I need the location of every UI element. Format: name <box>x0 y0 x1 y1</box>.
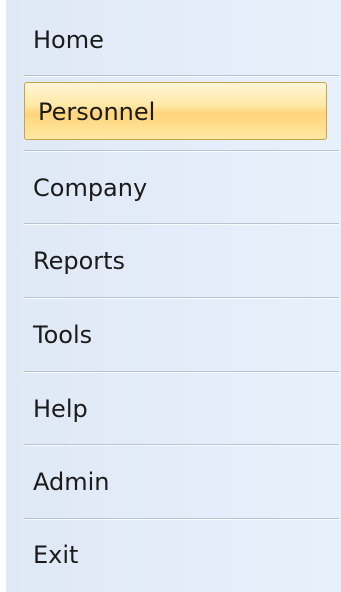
menu-item-personnel[interactable]: Personnel <box>6 0 341 140</box>
menu-item-admin[interactable]: Admin <box>6 446 341 519</box>
menu-item-label: Company <box>33 174 148 202</box>
menu-item-reports[interactable]: Reports <box>6 225 341 298</box>
menu-item-label: Tools <box>33 321 93 349</box>
navigation-menu: Home Personnel Company Reports Tools Hel… <box>6 0 341 592</box>
menu-item-label: Exit <box>33 541 79 569</box>
menu-item-company[interactable]: Company <box>6 152 341 225</box>
menu-item-label: Personnel <box>38 98 156 126</box>
menu-item-tools[interactable]: Tools <box>6 299 341 372</box>
menu-item-exit[interactable]: Exit <box>6 519 341 592</box>
menu-item-label: Reports <box>33 247 126 275</box>
menu-item-label: Admin <box>33 468 110 496</box>
menu-item-label: Help <box>33 395 88 423</box>
menu-separator <box>24 75 339 77</box>
menu-item-help[interactable]: Help <box>6 373 341 446</box>
